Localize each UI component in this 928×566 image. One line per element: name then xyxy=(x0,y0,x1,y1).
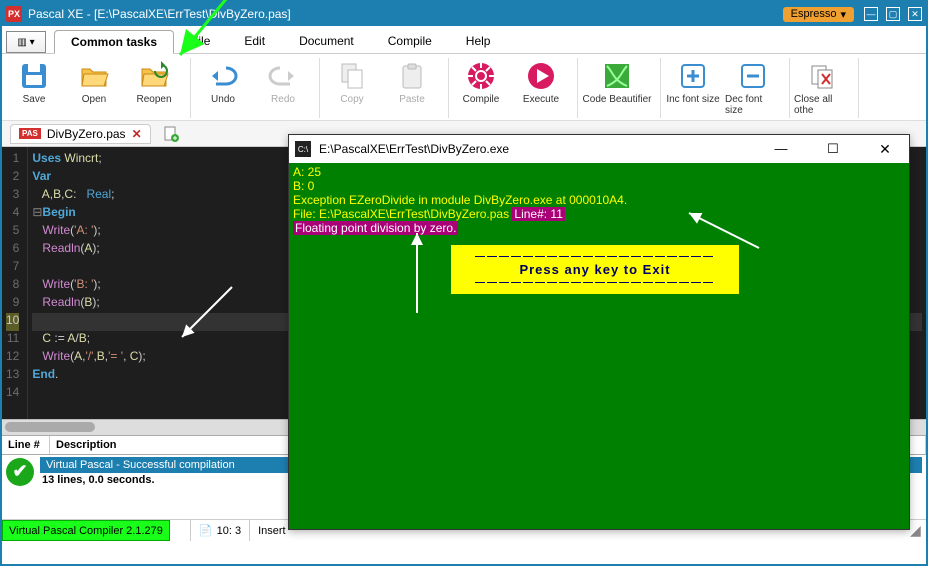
success-icon: ✔ xyxy=(6,458,34,486)
copy-button[interactable]: Copy xyxy=(322,58,382,118)
execute-button[interactable]: Execute xyxy=(511,58,571,118)
menutab-help[interactable]: Help xyxy=(449,29,508,53)
tab-close-icon[interactable]: ✕ xyxy=(132,127,142,141)
status-insert-mode: Insert xyxy=(249,520,294,541)
console-title: E:\PascalXE\ErrTest\DivByZero.exe xyxy=(319,142,509,156)
app-icon: PX xyxy=(6,6,22,22)
closeall-button[interactable]: Close all othe xyxy=(792,58,852,118)
console-body: A: 25 B: 0 Exception EZeroDivide in modu… xyxy=(289,163,909,529)
console-window[interactable]: C:\ E:\PascalXE\ErrTest\DivByZero.exe — … xyxy=(288,134,910,530)
console-line-a: A: 25 xyxy=(293,165,905,179)
theme-dropdown[interactable]: Espresso▾ xyxy=(783,7,854,22)
console-exception: Exception EZeroDivide in module DivByZer… xyxy=(293,193,905,207)
open-button[interactable]: Open xyxy=(64,58,124,118)
menutab-compile[interactable]: Compile xyxy=(371,29,449,53)
compile-button[interactable]: Compile xyxy=(451,58,511,118)
window-title: Pascal XE - [E:\PascalXE\ErrTest\DivByZe… xyxy=(28,7,291,21)
menutab-edit[interactable]: Edit xyxy=(227,29,282,53)
close-button[interactable]: ✕ xyxy=(908,7,922,21)
console-file-line: File: E:\PascalXE\ErrTest\DivByZero.pas … xyxy=(293,207,905,221)
save-button[interactable]: Save xyxy=(4,58,64,118)
undo-button[interactable]: Undo xyxy=(193,58,253,118)
decfont-button[interactable]: Dec font size xyxy=(723,58,783,118)
maximize-button[interactable]: ▢ xyxy=(886,7,900,21)
menubar: ▥ ▾ Common tasks File Edit Document Comp… xyxy=(2,26,926,54)
console-error-msg: Floating point division by zero. xyxy=(293,221,905,235)
menutab-common[interactable]: Common tasks xyxy=(54,30,174,54)
minimize-button[interactable]: — xyxy=(864,7,878,21)
menutab-file[interactable]: File xyxy=(174,29,227,53)
line-gutter: 1234567891011121314 xyxy=(2,147,28,419)
redo-button[interactable]: Redo xyxy=(253,58,313,118)
pas-badge: PAS xyxy=(19,128,41,139)
console-titlebar[interactable]: C:\ E:\PascalXE\ErrTest\DivByZero.exe — … xyxy=(289,135,909,163)
status-compiler: Virtual Pascal Compiler 2.1.279 xyxy=(2,520,170,541)
console-line-b: B: 0 xyxy=(293,179,905,193)
beautifier-button[interactable]: Code Beautifier xyxy=(580,58,654,118)
console-close[interactable]: ✕ xyxy=(867,141,903,158)
view-dropdown-button[interactable]: ▥ ▾ xyxy=(6,31,46,53)
incfont-button[interactable]: Inc font size xyxy=(663,58,723,118)
console-maximize[interactable]: ☐ xyxy=(815,141,851,158)
resize-grip-icon[interactable]: ◢ xyxy=(910,522,926,539)
titlebar: PX Pascal XE - [E:\PascalXE\ErrTest\DivB… xyxy=(2,2,926,26)
menutab-document[interactable]: Document xyxy=(282,29,371,53)
console-icon: C:\ xyxy=(295,141,311,157)
paste-button[interactable]: Paste xyxy=(382,58,442,118)
console-minimize[interactable]: — xyxy=(763,141,799,158)
status-cursor-pos: 📄 10: 3 xyxy=(190,520,249,541)
file-tab-divbyzero[interactable]: PAS DivByZero.pas ✕ xyxy=(10,124,151,144)
toolbar: Save Open Reopen Undo Redo Copy Paste Co… xyxy=(2,54,926,121)
new-file-button[interactable] xyxy=(163,126,179,142)
file-tab-name: DivByZero.pas xyxy=(47,127,126,141)
errors-col-line: Line # xyxy=(2,436,50,454)
reopen-button[interactable]: Reopen xyxy=(124,58,184,118)
console-exit-prompt: ———————————————————— Press any key to Ex… xyxy=(451,245,739,294)
